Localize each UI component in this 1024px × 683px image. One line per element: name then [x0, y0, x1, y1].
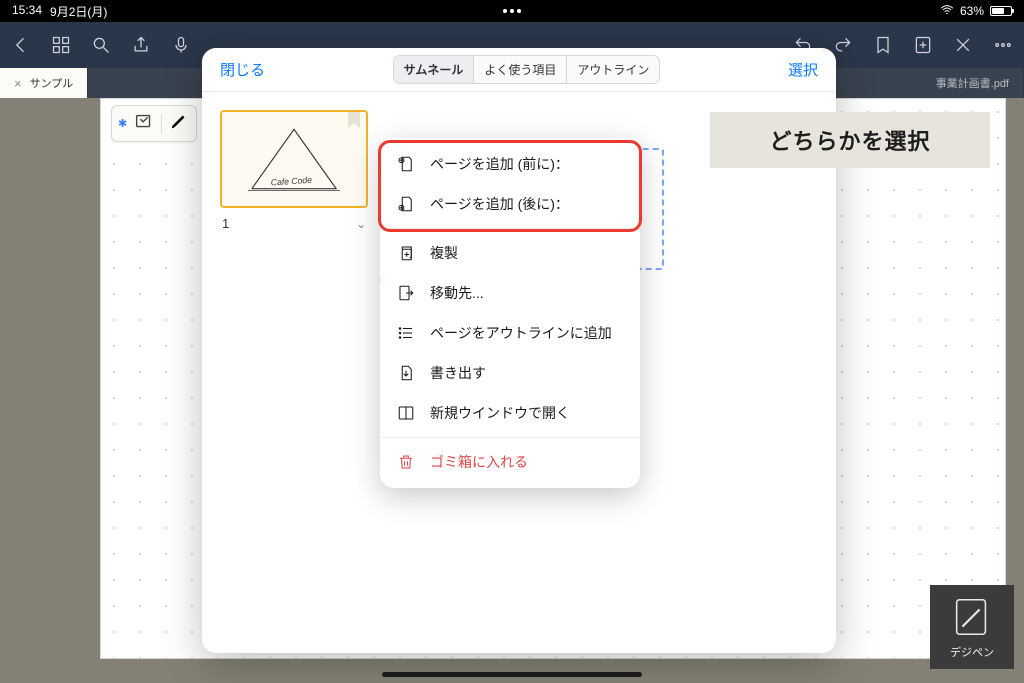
window-icon	[396, 403, 416, 423]
outline-icon	[396, 323, 416, 343]
tab-sample[interactable]: × サンプル	[0, 68, 88, 98]
menu-label: ページをアウトラインに追加	[430, 323, 612, 343]
close-button[interactable]: 閉じる	[214, 55, 271, 84]
menu-label: 書き出す	[430, 363, 486, 383]
pen-tool-icon[interactable]	[168, 110, 190, 137]
menu-label: 新規ウインドウで開く	[430, 403, 570, 423]
logo-text: デジペン	[950, 644, 994, 660]
tab-label: 事業計画書.pdf	[936, 75, 1009, 91]
chevron-down-icon[interactable]: ⌄	[356, 217, 366, 231]
menu-open-new-window[interactable]: 新規ウインドウで開く	[380, 393, 640, 433]
selection-tool-icon[interactable]	[133, 110, 155, 137]
thumb-handwriting: Cafe Code	[270, 175, 312, 188]
add-page-icon[interactable]	[912, 34, 934, 56]
instruction-annotation: どちらかを選択	[710, 112, 990, 168]
page-number: 1	[222, 216, 229, 231]
add-page-after-icon	[396, 194, 416, 214]
redo-icon[interactable]	[832, 34, 854, 56]
segment-outline[interactable]: アウトライン	[566, 56, 659, 83]
home-indicator[interactable]	[382, 672, 642, 677]
bookmark-icon[interactable]	[872, 34, 894, 56]
menu-export[interactable]: 書き出す	[380, 353, 640, 393]
menu-label: ページを追加 (後に)：	[430, 194, 569, 214]
mini-toolbar: ✱	[111, 105, 197, 142]
export-icon	[396, 363, 416, 383]
menu-label: ゴミ箱に入れる	[430, 452, 528, 472]
segment-thumbnail[interactable]: サムネール	[394, 56, 474, 83]
trash-icon	[396, 452, 416, 472]
watermark-logo: デジペン	[930, 585, 1014, 669]
mic-icon[interactable]	[170, 34, 192, 56]
menu-add-to-outline[interactable]: ページをアウトラインに追加	[380, 313, 640, 353]
page-number-row[interactable]: 1 ⌄	[220, 216, 368, 231]
menu-trash[interactable]: ゴミ箱に入れる	[380, 442, 640, 482]
move-icon	[396, 283, 416, 303]
status-bar: 15:34 9月2日(月) 63%	[0, 0, 1024, 22]
view-segmented-control: サムネール よく使う項目 アウトライン	[393, 55, 661, 84]
menu-label: 複製	[430, 243, 458, 263]
wifi-icon	[940, 4, 954, 18]
page-thumbnail[interactable]: Cafe Code	[220, 110, 368, 208]
menu-add-page-before[interactable]: ページを追加 (前に)：	[380, 144, 640, 184]
menu-add-page-after[interactable]: ページを追加 (後に)：	[380, 184, 640, 224]
close-icon[interactable]	[952, 34, 974, 56]
back-icon[interactable]	[10, 34, 32, 56]
multitask-dots[interactable]	[503, 9, 521, 13]
duplicate-icon	[396, 243, 416, 263]
more-icon[interactable]	[992, 34, 1014, 56]
menu-label: ページを追加 (前に)：	[430, 154, 569, 174]
tab-document[interactable]: 事業計画書.pdf	[922, 68, 1024, 98]
tab-label: サンプル	[30, 75, 74, 91]
menu-label: 移動先...	[430, 283, 484, 303]
battery-icon	[990, 6, 1012, 16]
search-icon[interactable]	[90, 34, 112, 56]
menu-duplicate[interactable]: 複製	[380, 233, 640, 273]
status-date: 9月2日(月)	[50, 3, 107, 20]
tab-close-icon[interactable]: ×	[14, 76, 22, 91]
segment-favorites[interactable]: よく使う項目	[473, 56, 566, 83]
bluetooth-icon: ✱	[118, 117, 127, 130]
status-time: 15:34	[12, 3, 42, 20]
battery-percentage: 63%	[960, 4, 984, 18]
select-button[interactable]: 選択	[782, 55, 824, 84]
menu-move-to[interactable]: 移動先...	[380, 273, 640, 313]
share-icon[interactable]	[130, 34, 152, 56]
grid-icon[interactable]	[50, 34, 72, 56]
page-context-menu: ページを追加 (前に)： ページを追加 (後に)： 複製 移動先... ページを…	[380, 138, 640, 488]
add-page-before-icon	[396, 154, 416, 174]
